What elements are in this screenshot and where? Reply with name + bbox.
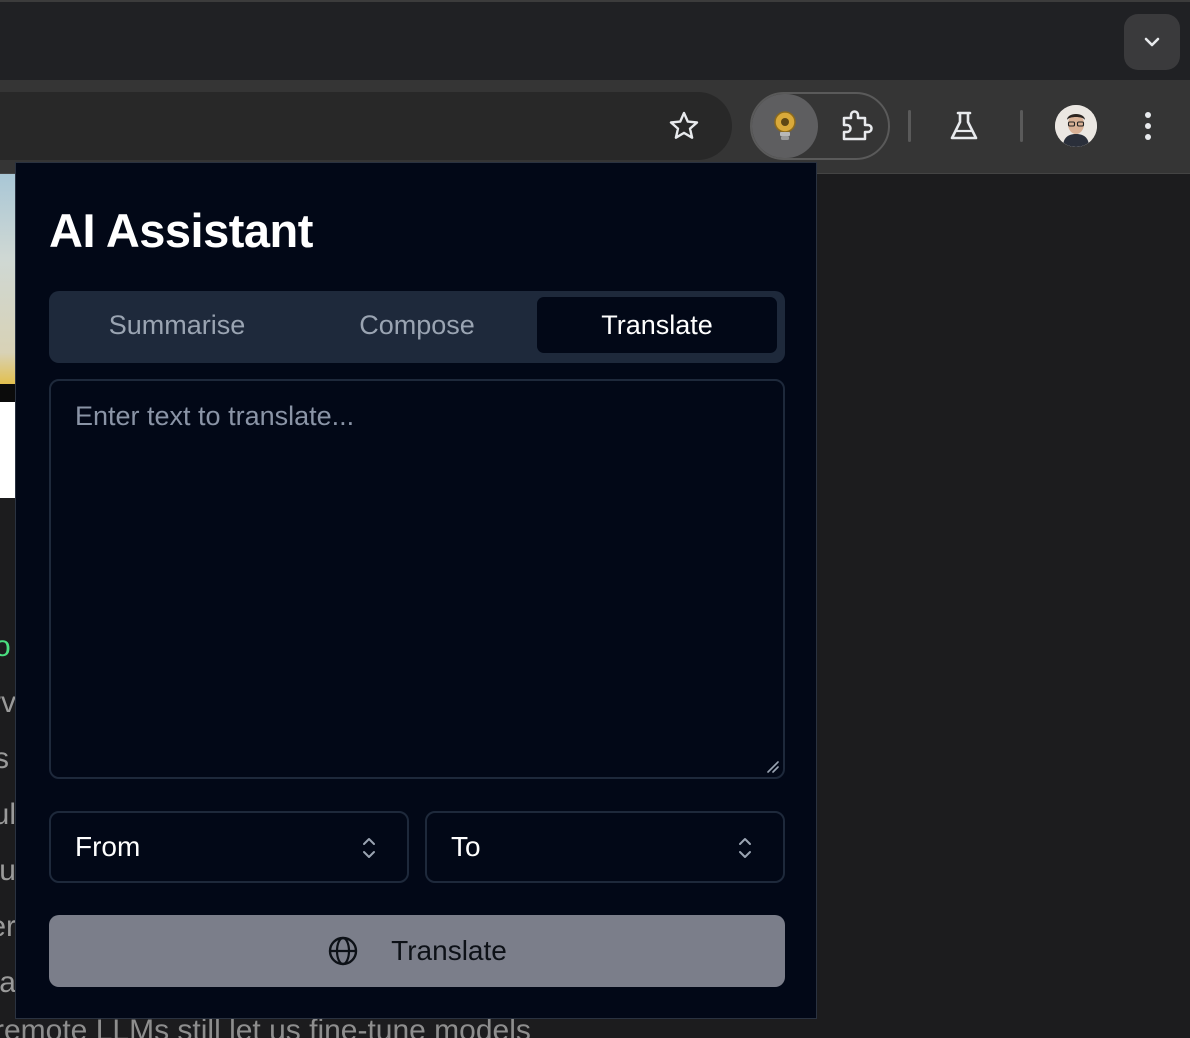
globe-icon (328, 936, 358, 966)
to-select-label: To (451, 831, 481, 862)
page-text-fragment: rv (0, 686, 16, 719)
browser-toolbar (0, 80, 1190, 174)
from-language-select[interactable]: From (49, 811, 409, 883)
puzzle-icon (842, 110, 873, 141)
labs-button[interactable] (940, 102, 988, 150)
toolbar-separator (1020, 110, 1023, 142)
page-text-fragment: er (0, 910, 16, 943)
to-language-select[interactable]: To (425, 811, 785, 883)
translate-button-label: Translate (391, 935, 507, 966)
tab-compose[interactable]: Compose (297, 297, 537, 353)
popup-title: AI Assistant (49, 204, 313, 257)
resize-handle-icon[interactable] (765, 759, 779, 773)
page-text-fragment: l (0, 574, 16, 608)
more-vertical-icon (1145, 112, 1151, 140)
profile-avatar-icon (1055, 105, 1097, 147)
lightbulb-icon (774, 111, 796, 140)
ai-assistant-popup: AI Assistant Summarise Compose Translate… (15, 162, 817, 1019)
page-text-fragment: o (0, 630, 11, 663)
chevron-up-down-icon (739, 838, 751, 858)
translate-button[interactable]: Translate (49, 915, 785, 987)
ai-assistant-extension-button[interactable] (752, 94, 818, 158)
extensions-button[interactable] (826, 102, 886, 150)
page-image-fragment (0, 174, 16, 384)
input-placeholder: Enter text to translate... (75, 401, 355, 431)
avatar[interactable] (1055, 105, 1097, 147)
mode-tabs: Summarise Compose Translate (49, 291, 785, 363)
tab-search-button[interactable] (1124, 14, 1180, 70)
browser-tabstrip (0, 0, 1190, 80)
page-text-fragment: ul (0, 798, 16, 831)
page-white-block (0, 402, 16, 498)
page-text-fragment: ta (0, 966, 16, 999)
chevron-up-down-icon (363, 838, 375, 858)
page-text-fragment: gu (0, 854, 16, 887)
chevron-down-icon (1144, 37, 1160, 47)
page-text-fragment: s (0, 742, 9, 775)
translate-text-input[interactable]: Enter text to translate... (49, 379, 785, 779)
tab-summarise[interactable]: Summarise (57, 297, 297, 353)
browser-menu-button[interactable] (1128, 102, 1168, 150)
bookmark-button[interactable] (660, 102, 708, 150)
toolbar-separator (908, 110, 911, 142)
page-divider (0, 384, 16, 402)
flask-icon (950, 111, 978, 140)
from-select-label: From (75, 831, 141, 862)
address-bar[interactable] (0, 92, 732, 160)
star-icon (669, 111, 699, 139)
tab-translate[interactable]: Translate (537, 297, 777, 353)
